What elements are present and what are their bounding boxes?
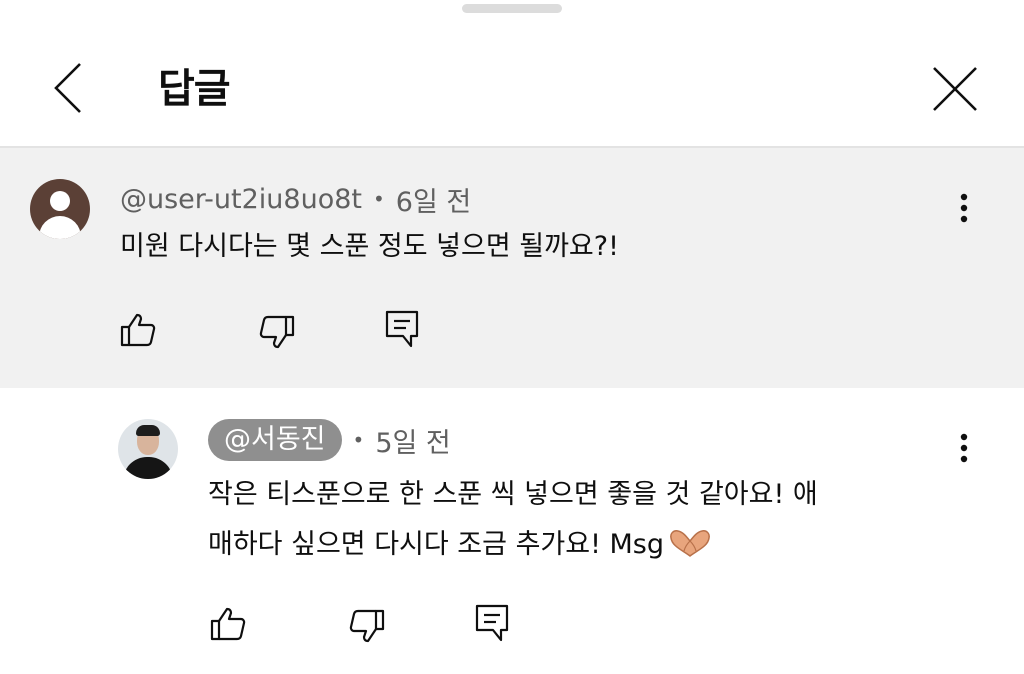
drag-handle[interactable] xyxy=(462,4,562,13)
more-vert-icon xyxy=(960,433,968,463)
close-button[interactable] xyxy=(924,58,986,120)
comment-meta: @서동진 • 5일 전 xyxy=(208,419,451,461)
comment-text-segment: 매하다 싶으면 다시다 조금 추가요! Msg xyxy=(208,529,664,560)
author-handle[interactable]: @user-ut2iu8uo8t xyxy=(120,184,362,215)
comment-time: 5일 전 xyxy=(375,427,451,459)
thumbs-up-icon xyxy=(210,607,246,641)
comment-text-line: 매하다 싶으면 다시다 조금 추가요! Msg xyxy=(208,524,712,572)
like-button[interactable] xyxy=(206,602,250,646)
dislike-button[interactable] xyxy=(255,310,299,354)
comment-meta: @user-ut2iu8uo8t • 6일 전 xyxy=(120,180,471,218)
creator-author-chip[interactable]: @서동진 xyxy=(208,419,342,461)
reply-button[interactable] xyxy=(380,307,424,351)
avatar-head-shape xyxy=(50,191,70,211)
chevron-left-icon xyxy=(54,63,81,113)
comment-text: 미원 다시다는 몇 스푼 정도 넣으면 될까요?! xyxy=(120,231,619,262)
comment-text-line: 작은 티스푼으로 한 스푼 씩 넣으면 좋을 것 같아요! 애 xyxy=(208,479,818,510)
like-button[interactable] xyxy=(116,308,160,352)
comment-time: 6일 전 xyxy=(395,186,472,218)
heart-hands-emoji xyxy=(668,529,712,572)
reply-icon xyxy=(475,604,509,642)
reply-icon xyxy=(385,310,419,348)
avatar-hair-shape xyxy=(136,425,160,436)
page-title: 답글 xyxy=(158,66,231,112)
thumbs-up-icon xyxy=(120,313,156,347)
more-vert-icon xyxy=(960,193,968,223)
meta-separator: • xyxy=(352,428,365,452)
thumbs-down-icon xyxy=(349,609,385,643)
avatar-body-shape xyxy=(123,457,173,479)
back-button[interactable] xyxy=(40,60,96,116)
dislike-button[interactable] xyxy=(345,604,389,648)
header: 답글 xyxy=(0,20,1024,148)
thumbs-down-icon xyxy=(259,315,295,349)
more-options-button[interactable] xyxy=(944,186,984,230)
close-icon xyxy=(933,67,977,111)
reply-button[interactable] xyxy=(470,601,514,645)
replies-panel: 답글 @user-ut2iu8uo8t • 6일 전 미원 다시다는 몇 스푼 … xyxy=(0,0,1024,674)
meta-separator: • xyxy=(372,187,385,211)
reply-comment: @서동진 • 5일 전 작은 티스푼으로 한 스푼 씩 넣으면 좋을 것 같아요… xyxy=(0,388,1024,674)
avatar-body-shape xyxy=(39,216,81,239)
avatar[interactable] xyxy=(118,419,178,479)
parent-comment: @user-ut2iu8uo8t • 6일 전 미원 다시다는 몇 스푼 정도 … xyxy=(0,148,1024,388)
avatar[interactable] xyxy=(30,179,90,239)
more-options-button[interactable] xyxy=(944,426,984,470)
